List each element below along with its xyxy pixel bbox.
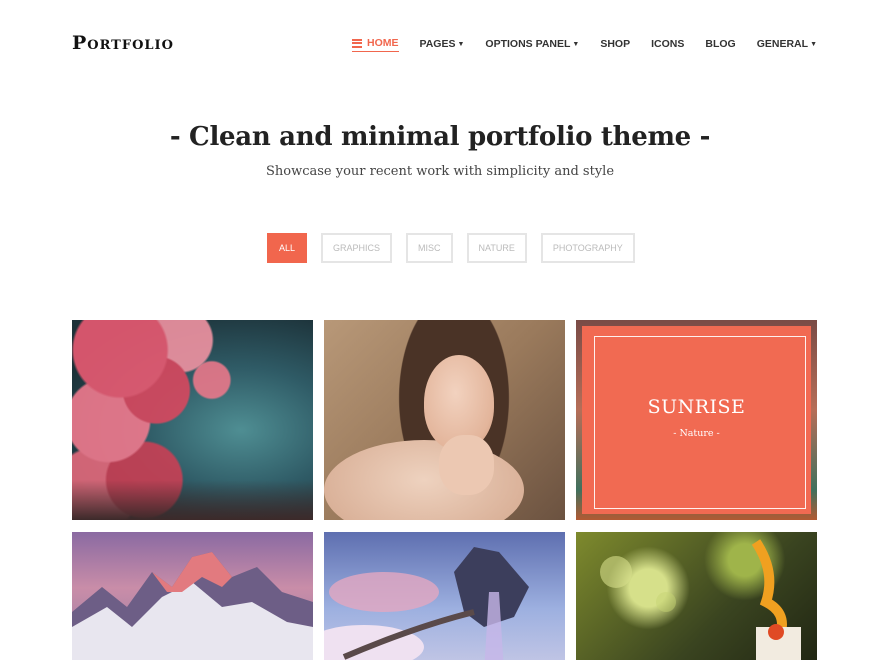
portrait-hand <box>439 435 494 495</box>
filter-nature[interactable]: NATURE <box>466 233 527 263</box>
portfolio-item-splash[interactable] <box>576 532 817 660</box>
hero-title: - Clean and minimal portfolio theme - <box>169 122 711 152</box>
filter-misc[interactable]: MISC <box>406 233 453 263</box>
portfolio-item-portrait[interactable] <box>324 320 565 520</box>
chevron-down-icon: ▼ <box>457 40 465 48</box>
portfolio-item-category: - Nature - <box>673 428 720 439</box>
nav-label: PAGES <box>419 38 456 50</box>
site-logo[interactable]: Portfolio <box>72 32 174 54</box>
portfolio-item-mountains[interactable] <box>72 532 313 660</box>
nav-label: ICONS <box>651 38 685 50</box>
nav-label: SHOP <box>600 38 631 50</box>
nav-item-home[interactable]: HOME <box>352 36 399 52</box>
main-nav: HOME PAGES ▼ OPTIONS PANEL ▼ SHOP ICONS … <box>331 36 817 52</box>
portfolio-item-sunrise[interactable]: SUNRISE - Nature - <box>576 320 817 520</box>
portfolio-filters: ALL GRAPHICS MISC NATURE PHOTOGRAPHY <box>267 233 649 263</box>
filter-all[interactable]: ALL <box>267 233 308 263</box>
nav-label: OPTIONS PANEL <box>485 38 571 50</box>
nav-item-pages[interactable]: PAGES ▼ <box>420 36 465 52</box>
nav-item-shop[interactable]: SHOP <box>600 36 630 52</box>
portfolio-item-floating-island[interactable] <box>324 532 565 660</box>
overlay-frame <box>594 336 806 509</box>
chevron-down-icon: ▼ <box>572 40 580 48</box>
splash-image <box>600 539 801 660</box>
portfolio-item-title: SUNRISE <box>647 396 746 418</box>
mountain-image <box>72 552 313 660</box>
nav-item-blog[interactable]: BLOG <box>705 36 735 52</box>
nav-label: BLOG <box>705 38 736 50</box>
ground-image <box>72 480 313 520</box>
chevron-down-icon: ▼ <box>810 40 817 48</box>
portfolio-item-autumn-forest[interactable] <box>72 320 313 520</box>
nav-item-options-panel[interactable]: OPTIONS PANEL ▼ <box>485 36 579 52</box>
nav-label: HOME <box>367 37 399 49</box>
filter-graphics[interactable]: GRAPHICS <box>321 233 393 263</box>
island-image <box>324 547 529 660</box>
filter-photography[interactable]: PHOTOGRAPHY <box>540 233 635 263</box>
nav-item-icons[interactable]: ICONS <box>651 36 684 52</box>
hamburger-icon <box>352 37 362 49</box>
nav-item-general[interactable]: GENERAL ▼ <box>757 36 817 52</box>
nav-label: GENERAL <box>756 38 809 50</box>
hero-subtitle: Showcase your recent work with simplicit… <box>265 164 615 179</box>
